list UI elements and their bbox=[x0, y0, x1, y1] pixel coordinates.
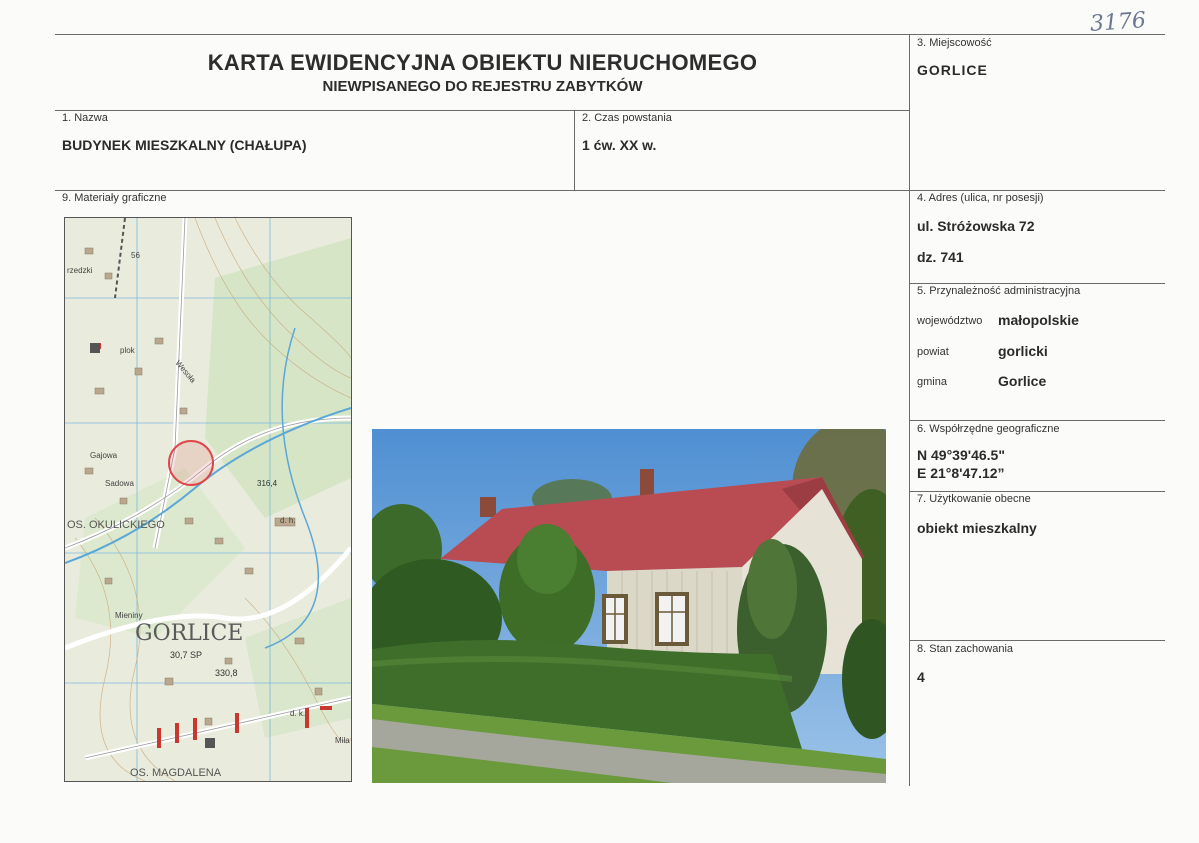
address-plot: dz. 741 bbox=[917, 249, 964, 265]
map-label-rzedzki: rzedzki bbox=[67, 266, 93, 275]
divider-usage bbox=[909, 640, 1165, 641]
date-label: 2. Czas powstania bbox=[582, 112, 672, 124]
condition-label: 8. Stan zachowania bbox=[917, 643, 1014, 655]
page-subtitle: NIEWPISANEGO DO REJESTRU ZABYTKÓW bbox=[322, 78, 643, 95]
divider-coords bbox=[909, 491, 1165, 492]
condition-value: 4 bbox=[917, 669, 925, 685]
map-label-dh: d. h. bbox=[280, 516, 296, 525]
handwritten-inventory-number: 3176 bbox=[1089, 8, 1147, 37]
map-district-1: OS. OKULICKIEGO bbox=[67, 519, 165, 531]
coords-label: 6. Współrzędne geograficzne bbox=[917, 423, 1060, 435]
admin-label: 5. Przynależność administracyjna bbox=[917, 285, 1081, 297]
name-value: BUDYNEK MIESZKALNY (CHAŁUPA) bbox=[62, 137, 307, 153]
admin-value-county: gorlicki bbox=[998, 343, 1048, 359]
map-district-2: OS. MAGDALENA bbox=[130, 767, 222, 779]
map-street-2: Sadowa bbox=[105, 479, 134, 488]
graphics-label: 9. Materiały graficzne bbox=[62, 192, 167, 204]
map-street-1: Gajowa bbox=[90, 451, 118, 460]
map-town-label: GORLICE bbox=[135, 621, 243, 646]
page-title: KARTA EWIDENCYJNA OBIEKTU NIERUCHOMEGO bbox=[207, 50, 758, 75]
locality-label: 3. Miejscowość bbox=[917, 37, 992, 49]
map-street-4: Mieniny bbox=[115, 611, 143, 620]
map-elevation-1: 330,8 bbox=[215, 668, 238, 678]
locality-value: GORLICE bbox=[917, 62, 988, 78]
map-graphic: GORLICE 30,7 SP 330,8 316,4 OS. OKULICKI… bbox=[65, 218, 351, 781]
admin-value-voivodeship: małopolskie bbox=[998, 312, 1079, 328]
right-column-divider bbox=[909, 34, 910, 786]
divider-address bbox=[909, 283, 1165, 284]
divider-admin bbox=[909, 420, 1165, 421]
map-label-56: 56 bbox=[131, 251, 140, 260]
date-value: 1 ćw. XX w. bbox=[582, 137, 657, 153]
divider-name bbox=[55, 190, 1165, 191]
map-spot-height: 30,7 SP bbox=[170, 650, 202, 660]
building-photo-graphic bbox=[372, 429, 886, 783]
map-street-5: Miła bbox=[335, 736, 350, 745]
admin-key-voivodeship: województwo bbox=[917, 315, 983, 327]
admin-key-commune: gmina bbox=[917, 376, 947, 388]
coords-longitude: E 21°8'47.12” bbox=[917, 465, 1005, 481]
admin-key-county: powiat bbox=[917, 346, 949, 358]
address-label: 4. Adres (ulica, nr posesji) bbox=[917, 192, 1044, 204]
admin-value-commune: Gorlice bbox=[998, 373, 1047, 389]
name-date-divider bbox=[574, 110, 575, 190]
building-photo bbox=[372, 429, 886, 783]
name-label: 1. Nazwa bbox=[62, 112, 108, 124]
coords-latitude: N 49°39'46.5" bbox=[917, 447, 1005, 463]
usage-label: 7. Użytkowanie obecne bbox=[917, 493, 1031, 505]
map-elevation-2: 316,4 bbox=[257, 479, 278, 488]
top-border bbox=[55, 34, 1165, 35]
divider-title bbox=[55, 110, 909, 111]
location-map: GORLICE 30,7 SP 330,8 316,4 OS. OKULICKI… bbox=[64, 217, 352, 782]
map-label-dk: d. k. bbox=[290, 709, 305, 718]
usage-value: obiekt mieszkalny bbox=[917, 520, 1037, 536]
address-street: ul. Stróżowska 72 bbox=[917, 218, 1035, 234]
map-label-plok: plok bbox=[120, 346, 136, 355]
